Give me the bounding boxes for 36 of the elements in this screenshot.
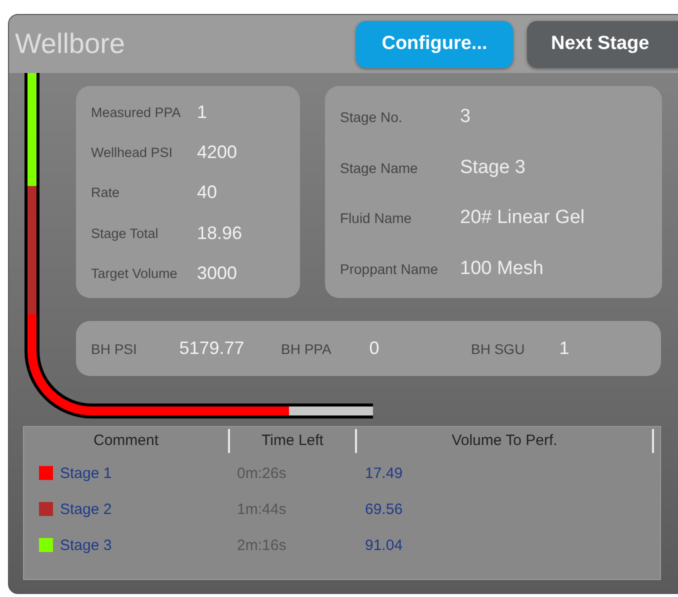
field-value: 4200 — [197, 142, 238, 164]
field-label: Fluid Name — [340, 210, 413, 226]
field-value: 18.96 — [197, 222, 242, 244]
field-value: 5179.77 — [179, 338, 246, 359]
field-label: Target Volume — [91, 266, 178, 282]
table-cell-text: 69.56 — [364, 500, 404, 518]
column-header[interactable]: Comment — [24, 429, 230, 453]
field-label: Wellhead PSI — [91, 145, 174, 160]
field-label: Proppant Name — [340, 260, 440, 277]
field-label: BH PPA — [281, 340, 332, 356]
next-stage-button[interactable]: Next Stage — [527, 20, 678, 68]
field-value: 40 — [197, 182, 218, 204]
table-cell: Stage 2 — [60, 500, 112, 518]
field-label: BH PSI — [91, 340, 138, 356]
field-label: Rate — [91, 185, 121, 200]
table-cell-text: 91.04 — [364, 536, 404, 554]
table-cell: Stage 3 — [60, 536, 112, 554]
field-value: 100 Mesh — [460, 258, 544, 280]
field-label: BH SGU — [471, 340, 526, 356]
configure-button[interactable]: Configure... — [356, 20, 513, 68]
field-value: 3000 — [197, 263, 238, 284]
field-label: Measured PPA — [91, 104, 182, 120]
field-value: 1 — [559, 338, 570, 359]
column-header[interactable]: Volume To Perf. — [357, 429, 654, 453]
field-value: 0 — [369, 338, 380, 359]
field-value: Stage 3 — [460, 156, 526, 179]
field-value: 3 — [460, 106, 471, 128]
column-header[interactable]: Time Left — [230, 429, 357, 453]
field-value: 20# Linear Gel — [460, 207, 585, 230]
field-label: Stage Name — [340, 160, 419, 176]
field-value: 1 — [197, 102, 208, 123]
field-label: Stage Total — [91, 226, 160, 241]
table-cell-text: 17.49 — [364, 464, 404, 482]
window-title: Wellbore — [15, 28, 126, 60]
table-cell: Stage 1 — [60, 464, 112, 482]
field-label: Stage No. — [340, 109, 404, 126]
